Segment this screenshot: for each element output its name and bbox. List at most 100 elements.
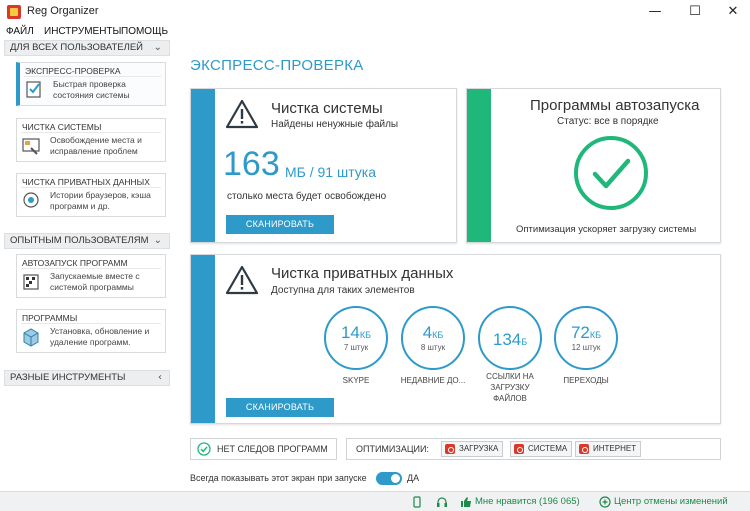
autorun-status: Статус: все в порядке xyxy=(557,116,659,127)
title-bar: Reg Organizer — ☐ ✕ xyxy=(0,0,750,24)
menu-tools[interactable]: ИНСТРУМЕНТЫ xyxy=(44,26,121,37)
show-on-start-label: Всегда показывать этот экран при запуске xyxy=(190,473,367,483)
circle-value: 14 xyxy=(340,323,360,342)
optimization-system-button[interactable]: СИСТЕМА xyxy=(510,441,573,457)
thumbs-up-icon[interactable] xyxy=(460,496,472,508)
circle-unit: КБ xyxy=(359,330,372,340)
cleanup-amount: 163 xyxy=(223,145,280,183)
section-label: РАЗНЫЕ ИНСТРУМЕНТЫ xyxy=(10,372,126,383)
circle-unit: Б xyxy=(521,337,528,347)
warning-icon xyxy=(225,265,259,295)
divider xyxy=(21,187,161,188)
cleanup-icon xyxy=(22,138,40,155)
circle-value-wrap: 14КБ xyxy=(326,323,386,343)
card-title: Чистка системы xyxy=(271,100,383,117)
window-title: Reg Organizer xyxy=(27,5,99,17)
check-circle-icon xyxy=(197,442,211,456)
circle-label: ПЕРЕХОДЫ xyxy=(563,376,609,385)
circle-value-wrap: 4КБ xyxy=(403,323,463,343)
autorun-icon xyxy=(23,274,39,290)
divider xyxy=(21,268,161,269)
circle-unit: КБ xyxy=(589,330,602,340)
scan-privacy-button[interactable]: СКАНИРОВАТЬ xyxy=(226,398,334,417)
privacy-icon xyxy=(23,192,39,208)
sidebar-item-label: ЧИСТКА ПРИВАТНЫХ ДАННЫХ xyxy=(22,177,150,187)
sidebar-item-desc: Освобождение места и исправление проблем xyxy=(50,135,142,156)
sidebar-item-desc: Истории браузеров, кэша программ и др. xyxy=(50,190,151,211)
sidebar-item-label: ПРОГРАММЫ xyxy=(22,313,78,323)
card-subtitle: Найдены ненужные файлы xyxy=(271,119,399,130)
sidebar-item-desc: Запускаемые вместе с системой программы xyxy=(50,271,140,292)
optimization-internet-button[interactable]: ИНТЕРНЕТ xyxy=(575,441,642,457)
minimize-button[interactable]: — xyxy=(644,2,666,22)
no-traces-label: НЕТ СЛЕДОВ ПРОГРАММ xyxy=(217,444,328,454)
sidebar-item-label: ЧИСТКА СИСТЕМЫ xyxy=(22,122,102,132)
circle-label: НЕДАВНИЕ ДО... xyxy=(400,376,466,385)
card-stripe xyxy=(467,89,491,242)
privacy-cleanup-card: Чистка приватных данных Доступна для так… xyxy=(190,254,721,424)
menu-file[interactable]: ФАЙЛ xyxy=(6,26,34,37)
section-label: ОПЫТНЫМ ПОЛЬЗОВАТЕЛЯМ xyxy=(10,235,149,246)
battery-icon[interactable] xyxy=(412,496,422,508)
privacy-circle-navigation[interactable]: 72КБ 12 штук xyxy=(554,306,618,370)
show-on-start-toggle[interactable] xyxy=(376,472,402,485)
circle-unit: КБ xyxy=(432,330,444,340)
undo-center-link[interactable]: Центр отмены изменений xyxy=(614,496,728,507)
likes-link[interactable]: Мне нравится (196 065) xyxy=(475,496,580,507)
circle-count: 8 штук xyxy=(420,343,446,352)
divider xyxy=(24,76,161,77)
cleanup-note: столько места будет освобождено xyxy=(227,191,387,202)
menu-help[interactable]: ПОМОЩЬ xyxy=(121,26,168,37)
divider xyxy=(21,132,161,133)
sidebar-item-programs[interactable]: ПРОГРАММЫ Установка, обновление и удален… xyxy=(16,309,166,353)
maximize-button[interactable]: ☐ xyxy=(684,2,706,22)
sidebar-item-autorun[interactable]: АВТОЗАПУСК ПРОГРАММ Запускаемые вместе с… xyxy=(16,254,166,298)
scan-system-button[interactable]: СКАНИРОВАТЬ xyxy=(226,215,334,234)
status-bar: Мне нравится (196 065) Центр отмены изме… xyxy=(0,491,750,511)
circle-value-wrap: 134Б xyxy=(480,330,540,350)
circle-label: ССЫЛКИ НА ЗАГРУЗКУ ФАЙЛОВ xyxy=(486,372,534,403)
warning-icon xyxy=(225,99,259,129)
circle-value-wrap: 72КБ xyxy=(556,323,616,343)
chevron-left-icon: ‹ xyxy=(158,372,162,383)
circle-value: 4 xyxy=(422,323,433,342)
section-experienced-users[interactable]: ОПЫТНЫМ ПОЛЬЗОВАТЕЛЯМ ⌄ xyxy=(4,233,170,249)
undo-center-icon xyxy=(599,496,611,508)
sidebar-item-desc: Установка, обновление и удаление програм… xyxy=(50,326,150,347)
section-all-users[interactable]: ДЛЯ ВСЕХ ПОЛЬЗОВАТЕЛЕЙ ⌄ xyxy=(4,40,170,56)
sidebar-item-label: ЭКСПРЕСС-ПРОВЕРКА xyxy=(25,66,121,76)
sidebar-item-label: АВТОЗАПУСК ПРОГРАММ xyxy=(22,258,128,268)
privacy-circle-recent-docs[interactable]: 4КБ 8 штук xyxy=(401,306,465,370)
circle-count: 7 штук xyxy=(343,343,369,352)
cleanup-amount-unit: МБ / 91 штука xyxy=(285,164,376,180)
app-logo-icon xyxy=(7,5,21,19)
circle-value: 72 xyxy=(570,323,590,342)
card-title: Программы автозапуска xyxy=(530,97,700,114)
page-title: ЭКСПРЕСС-ПРОВЕРКА xyxy=(190,57,364,74)
headset-icon[interactable] xyxy=(436,496,448,508)
no-traces-badge[interactable]: НЕТ СЛЕДОВ ПРОГРАММ xyxy=(190,438,337,460)
circle-value: 134 xyxy=(492,330,522,349)
divider xyxy=(21,323,161,324)
circle-label: SKYPE xyxy=(342,376,370,385)
close-button[interactable]: ✕ xyxy=(722,2,744,22)
sidebar-item-system-cleanup[interactable]: ЧИСТКА СИСТЕМЫ Освобождение места и испр… xyxy=(16,118,166,162)
optimization-boot-button[interactable]: ЗАГРУЗКА xyxy=(441,441,504,457)
optimizations-label: ОПТИМИЗАЦИИ: xyxy=(356,444,429,454)
section-label: ДЛЯ ВСЕХ ПОЛЬЗОВАТЕЛЕЙ xyxy=(10,42,144,53)
programs-icon xyxy=(23,328,39,347)
card-stripe xyxy=(191,89,215,242)
card-stripe xyxy=(191,255,215,423)
sidebar-item-desc: Быстрая проверка состояния системы xyxy=(53,79,130,100)
chevron-down-icon: ⌄ xyxy=(153,235,162,246)
autorun-note: Оптимизация ускоряет загрузку системы xyxy=(516,224,697,235)
sidebar-item-privacy-cleanup[interactable]: ЧИСТКА ПРИВАТНЫХ ДАННЫХ Истории браузеро… xyxy=(16,173,166,217)
section-misc-tools[interactable]: РАЗНЫЕ ИНСТРУМЕНТЫ ‹ xyxy=(4,370,170,386)
sidebar: ДЛЯ ВСЕХ ПОЛЬЗОВАТЕЛЕЙ ⌄ ЭКСПРЕСС-ПРОВЕР… xyxy=(0,40,172,480)
checkmark-circle-icon xyxy=(574,136,648,210)
express-check-icon xyxy=(26,81,41,98)
privacy-circle-skype[interactable]: 14КБ 7 штук xyxy=(324,306,388,370)
sidebar-item-express-check[interactable]: ЭКСПРЕСС-ПРОВЕРКА Быстрая проверка состо… xyxy=(16,62,166,106)
privacy-circle-download-links[interactable]: 134Б xyxy=(478,306,542,370)
card-subtitle: Доступна для таких элементов xyxy=(271,285,415,296)
